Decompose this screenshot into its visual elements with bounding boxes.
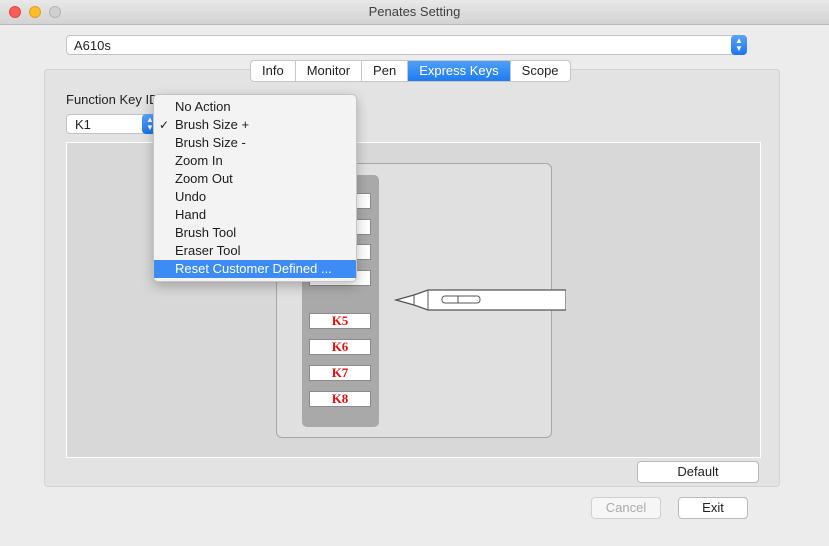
device-select[interactable]: A610s ▲ ▼ bbox=[66, 35, 747, 55]
menu-item-reset-customer-defined[interactable]: Reset Customer Defined ... bbox=[154, 260, 356, 278]
menu-item-label: No Action bbox=[175, 99, 231, 114]
express-key-7[interactable]: K7 bbox=[309, 365, 371, 381]
tab-scope[interactable]: Scope bbox=[511, 61, 570, 81]
menu-item-label: Brush Tool bbox=[175, 225, 237, 240]
exit-button[interactable]: Exit bbox=[678, 497, 748, 519]
stylus-pen-icon bbox=[394, 289, 566, 311]
device-select-value: A610s bbox=[74, 38, 111, 53]
menu-item-brush-size-plus[interactable]: ✓ Brush Size + bbox=[154, 116, 356, 134]
tab-info[interactable]: Info bbox=[251, 61, 296, 81]
menu-item-label: Brush Size - bbox=[175, 135, 246, 150]
menu-item-no-action[interactable]: No Action bbox=[154, 98, 356, 116]
menu-item-eraser-tool[interactable]: Eraser Tool bbox=[154, 242, 356, 260]
menu-item-label: Eraser Tool bbox=[175, 243, 241, 258]
menu-item-label: Zoom Out bbox=[175, 171, 233, 186]
select-arrows-icon: ▲ ▼ bbox=[731, 35, 747, 55]
express-key-5[interactable]: K5 bbox=[309, 313, 371, 329]
window-title: Penates Setting bbox=[368, 4, 461, 19]
express-key-6[interactable]: K6 bbox=[309, 339, 371, 355]
menu-item-brush-size-minus[interactable]: Brush Size - bbox=[154, 134, 356, 152]
function-key-value: K1 bbox=[75, 117, 91, 132]
title-bar: Penates Setting bbox=[0, 0, 829, 25]
menu-item-label: Reset Customer Defined ... bbox=[175, 261, 332, 276]
function-key-action-menu: No Action ✓ Brush Size + Brush Size - Zoo… bbox=[153, 94, 357, 282]
menu-item-label: Hand bbox=[175, 207, 207, 222]
cancel-button[interactable]: Cancel bbox=[591, 497, 661, 519]
menu-item-zoom-out[interactable]: Zoom Out bbox=[154, 170, 356, 188]
menu-item-label: Zoom In bbox=[175, 153, 223, 168]
tab-pen[interactable]: Pen bbox=[362, 61, 409, 81]
tab-express-keys[interactable]: Express Keys bbox=[408, 61, 511, 81]
menu-item-hand[interactable]: Hand bbox=[154, 206, 356, 224]
default-button[interactable]: Default bbox=[637, 461, 759, 483]
menu-item-label: Undo bbox=[175, 189, 207, 204]
menu-item-label: Brush Size + bbox=[175, 117, 250, 132]
menu-item-zoom-in[interactable]: Zoom In bbox=[154, 152, 356, 170]
function-key-select[interactable]: K1 ▲ ▼ bbox=[66, 114, 158, 134]
menu-item-undo[interactable]: Undo bbox=[154, 188, 356, 206]
tab-bar: Info Monitor Pen Express Keys Scope bbox=[250, 60, 571, 82]
tab-monitor[interactable]: Monitor bbox=[296, 61, 363, 81]
express-key-8[interactable]: K8 bbox=[309, 391, 371, 407]
function-key-label: Function Key ID bbox=[66, 92, 159, 107]
checkmark-icon: ✓ bbox=[159, 118, 170, 132]
menu-item-brush-tool[interactable]: Brush Tool bbox=[154, 224, 356, 242]
